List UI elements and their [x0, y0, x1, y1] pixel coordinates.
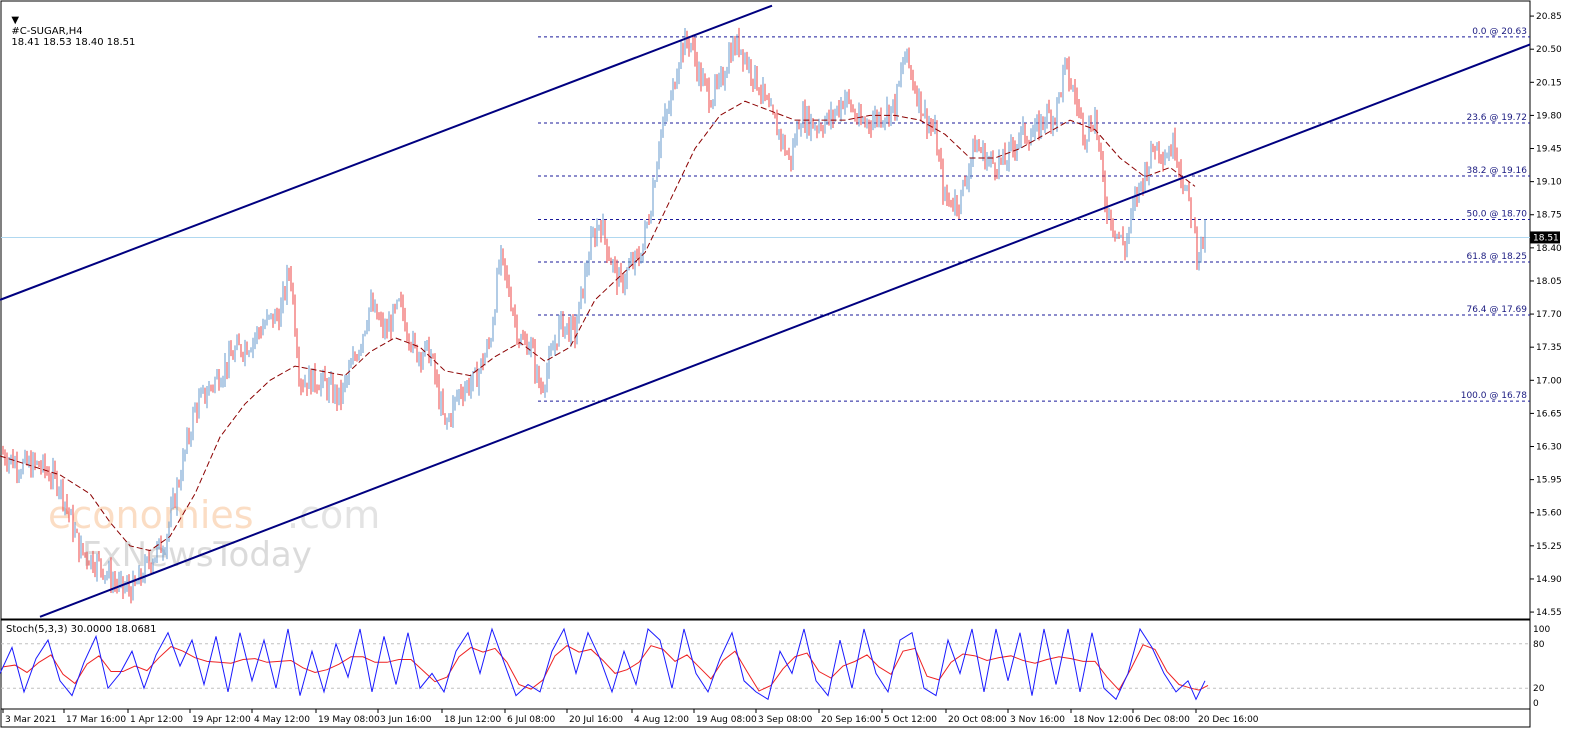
- time-tick-label: 3 Nov 16:00: [1010, 715, 1065, 725]
- chart-frame: [0, 0, 1531, 728]
- fib-level-label: 38.2 @ 19.16: [1466, 166, 1527, 176]
- time-tick-label: 1 Apr 12:00: [130, 715, 183, 725]
- price-tick-label: 15.25: [1536, 542, 1562, 552]
- time-tick-label: 6 Dec 08:00: [1135, 715, 1190, 725]
- price-tick-label: 20.15: [1536, 78, 1562, 88]
- time-tick-label: 3 Jun 16:00: [380, 715, 432, 725]
- time-tick-label: 4 Aug 12:00: [634, 715, 689, 725]
- time-axis[interactable]: 3 Mar 2021 17 Mar 16:00 1 Apr 12:00 19 Apr …: [2, 709, 1259, 725]
- time-tick-label: 20 Sep 16:00: [821, 715, 881, 725]
- time-tick-label: 18 Jun 12:00: [444, 715, 501, 725]
- stoch-tick-label: 20: [1533, 684, 1545, 694]
- price-tick-label: 19.80: [1536, 111, 1562, 121]
- fib-level-label: 0.0 @ 20.63: [1472, 27, 1527, 37]
- fibonacci-levels: 0.0 @ 20.63 23.6 @ 19.72 38.2 @ 19.16 50.0 …: [538, 27, 1530, 402]
- time-tick-label: 4 May 12:00: [254, 715, 310, 725]
- ohlc-values: 18.41 18.53 18.40 18.51: [11, 37, 136, 48]
- watermark-line2: FxNewsToday: [82, 535, 312, 575]
- stochastic-panel: 100 80 20 0: [0, 625, 1550, 709]
- time-tick-label: 18 Nov 12:00: [1073, 715, 1134, 725]
- current-price-label: 18.51: [1533, 233, 1559, 243]
- price-chart[interactable]: economies .com FxNewsToday 0.0 @ 20.63 23…: [0, 0, 1596, 743]
- stoch-signal-line: [2, 644, 1209, 692]
- watermark-line1-b: .com: [287, 493, 380, 537]
- stoch-tick-label: 80: [1533, 640, 1545, 650]
- fib-level-label: 23.6 @ 19.72: [1466, 113, 1527, 123]
- price-tick-label: 16.30: [1536, 443, 1562, 453]
- price-tick-label: 17.00: [1536, 376, 1562, 386]
- fib-level-label: 50.0 @ 18.70: [1466, 209, 1527, 219]
- price-tick-label: 20.50: [1536, 45, 1562, 55]
- price-tick-label: 19.45: [1536, 145, 1562, 155]
- price-tick-label: 19.10: [1536, 178, 1562, 188]
- price-tick-label: 17.35: [1536, 343, 1562, 353]
- time-tick-label: 3 Sep 08:00: [758, 715, 813, 725]
- watermark-line1-a: economies: [48, 493, 254, 537]
- current-price-line: 18.51: [1, 231, 1560, 244]
- price-tick-label: 14.90: [1536, 575, 1562, 585]
- symbol-name: #C-SUGAR,H4: [11, 26, 83, 37]
- price-tick-label: 15.60: [1536, 509, 1562, 519]
- stoch-main-line: [0, 627, 1206, 701]
- fib-level-label: 61.8 @ 18.25: [1466, 252, 1527, 262]
- price-tick-label: 20.85: [1536, 12, 1562, 22]
- time-tick-label: 20 Dec 16:00: [1198, 715, 1259, 725]
- time-tick-label: 19 Apr 12:00: [192, 715, 251, 725]
- dropdown-triangle-icon[interactable]: ▼: [11, 15, 19, 26]
- time-tick-label: 17 Mar 16:00: [66, 715, 126, 725]
- price-axis[interactable]: 20.85 20.50 20.15 19.80 19.45 19.10 18.75 18.40…: [1530, 12, 1562, 618]
- time-tick-label: 19 May 08:00: [318, 715, 380, 725]
- stoch-header: Stoch(5,3,3) 30.0000 18.0681: [6, 624, 157, 635]
- price-tick-label: 14.55: [1536, 608, 1562, 618]
- chart-border: [0, 0, 1531, 728]
- price-tick-label: 18.05: [1536, 277, 1562, 287]
- price-tick-label: 16.65: [1536, 409, 1562, 419]
- price-tick-label: 18.75: [1536, 211, 1562, 221]
- time-tick-label: 5 Oct 12:00: [884, 715, 937, 725]
- fib-level-label: 76.4 @ 17.69: [1466, 305, 1527, 315]
- price-tick-label: 17.70: [1536, 310, 1562, 320]
- time-tick-label: 6 Jul 08:00: [507, 715, 556, 725]
- time-tick-label: 20 Jul 16:00: [569, 715, 623, 725]
- price-tick-label: 18.40: [1536, 244, 1562, 254]
- time-tick-label: 20 Oct 08:00: [948, 715, 1007, 725]
- time-tick-label: 3 Mar 2021: [5, 715, 56, 725]
- symbol-header: ▼ #C-SUGAR,H4 18.41 18.53 18.40 18.51: [5, 4, 135, 48]
- stoch-tick-label: 0: [1533, 699, 1539, 709]
- channel-line: [0, 4, 773, 301]
- time-tick-label: 19 Aug 08:00: [696, 715, 757, 725]
- fib-level-label: 100.0 @ 16.78: [1461, 391, 1528, 401]
- price-tick-label: 15.95: [1536, 476, 1562, 486]
- stoch-tick-label: 100: [1533, 625, 1550, 635]
